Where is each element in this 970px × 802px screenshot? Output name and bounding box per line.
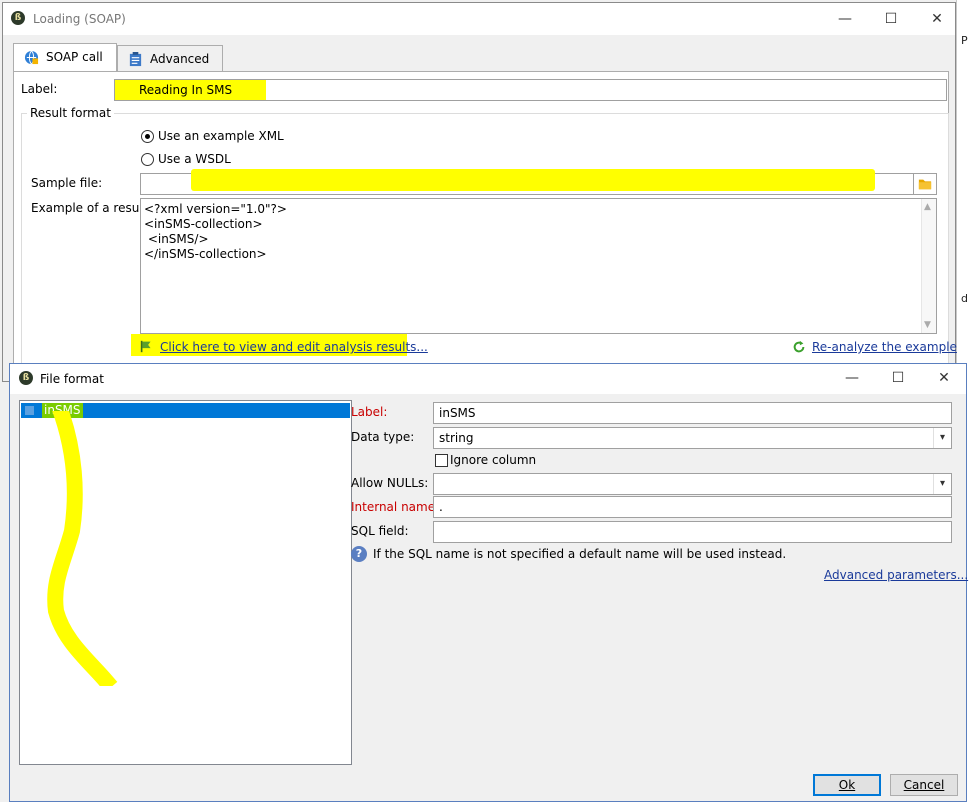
flag-icon [140, 340, 151, 353]
title-bar: ß File format — ☐ ✕ [10, 364, 966, 394]
title-bar: ß Loading (SOAP) — ☐ ✕ [3, 3, 955, 35]
tab-soap-call[interactable]: SOAP call [13, 43, 117, 73]
xml-line: <?xml version="1.0"?> [144, 202, 287, 216]
data-type-label: Data type: [351, 430, 415, 444]
background-text-fragment: d [961, 292, 968, 305]
vertical-scrollbar[interactable]: ▲ ▼ [921, 199, 936, 333]
background-text-fragment: P [961, 34, 968, 47]
tab-label: Advanced [150, 52, 210, 66]
sql-field-input[interactable] [433, 521, 952, 543]
radio-example-xml[interactable] [141, 130, 154, 143]
internal-name-label: Internal name: [351, 500, 440, 514]
window-title: Loading (SOAP) [33, 12, 126, 26]
advanced-parameters-link[interactable]: Advanced parameters... [824, 568, 968, 582]
reanalyze-example-link[interactable]: Re-analyze the example [812, 340, 957, 354]
result-format-legend: Result format [27, 106, 114, 120]
label-input-value: Reading In SMS [115, 80, 267, 100]
xml-line: <inSMS/> [144, 232, 209, 246]
window-title: File format [40, 372, 104, 386]
advanced-icon [129, 52, 142, 67]
close-button[interactable]: ✕ [922, 366, 966, 390]
example-result-content: <?xml version="1.0"?> <inSMS-collection>… [141, 199, 936, 265]
highlight-mark [47, 411, 118, 686]
soap-call-icon [24, 50, 39, 65]
sql-field-label: SQL field: [351, 524, 409, 538]
data-type-value: string [439, 431, 474, 445]
example-result-label: Example of a result: [31, 201, 152, 215]
label-input[interactable]: Reading In SMS [114, 79, 947, 101]
scroll-up-icon[interactable]: ▲ [924, 202, 931, 212]
loading-soap-window: ß Loading (SOAP) — ☐ ✕ SOAP call Advance… [2, 2, 957, 383]
highlight-mark [191, 169, 875, 191]
browse-file-button[interactable] [913, 173, 937, 195]
label-field-label: Label: [351, 405, 388, 419]
allow-nulls-select[interactable]: ▾ [433, 473, 952, 495]
data-type-select[interactable]: string ▾ [433, 427, 952, 449]
radio-wsdl-label: Use a WSDL [158, 152, 231, 166]
cancel-button-label: Cancel [903, 778, 945, 792]
app-logo-icon: ß [11, 11, 25, 25]
maximize-button[interactable]: ☐ [876, 366, 920, 390]
file-format-window: ß File format — ☐ ✕ inSMS Label: inSMS D… [9, 363, 968, 802]
radio-example-xml-label: Use an example XML [158, 129, 284, 143]
scroll-down-icon[interactable]: ▼ [924, 320, 931, 330]
help-text: If the SQL name is not specified a defau… [373, 547, 787, 561]
app-logo-icon: ß [19, 371, 33, 385]
chevron-down-icon: ▾ [933, 428, 951, 448]
refresh-icon [793, 340, 805, 353]
xml-line: <inSMS-collection> [144, 217, 263, 231]
sample-file-label: Sample file: [31, 176, 103, 190]
ignore-column-label: Ignore column [450, 453, 537, 467]
ok-button-label: Ok [838, 778, 856, 792]
internal-name-input[interactable]: . [433, 496, 952, 518]
cancel-button[interactable]: Cancel [890, 774, 958, 796]
example-result-textarea[interactable]: <?xml version="1.0"?> <inSMS-collection>… [140, 198, 937, 334]
help-icon: ? [351, 546, 367, 562]
radio-wsdl[interactable] [141, 153, 154, 166]
allow-nulls-label: Allow NULLs: [351, 476, 429, 490]
ignore-column-checkbox[interactable] [435, 454, 448, 467]
node-icon [25, 406, 34, 415]
minimize-button[interactable]: — [830, 366, 874, 390]
tab-advanced[interactable]: Advanced [117, 45, 223, 71]
field-tree[interactable]: inSMS [19, 400, 352, 765]
folder-icon [918, 179, 932, 190]
chevron-down-icon: ▾ [933, 474, 951, 494]
xml-line: </inSMS-collection> [144, 247, 267, 261]
view-edit-analysis-link[interactable]: Click here to view and edit analysis res… [160, 340, 428, 354]
tab-label: SOAP call [46, 50, 103, 64]
ok-button[interactable]: Ok [813, 774, 881, 796]
label-field-label: Label: [21, 82, 58, 96]
column-label-input[interactable]: inSMS [433, 402, 952, 424]
maximize-button[interactable]: ☐ [869, 7, 913, 31]
minimize-button[interactable]: — [823, 7, 867, 31]
close-button[interactable]: ✕ [915, 7, 959, 31]
